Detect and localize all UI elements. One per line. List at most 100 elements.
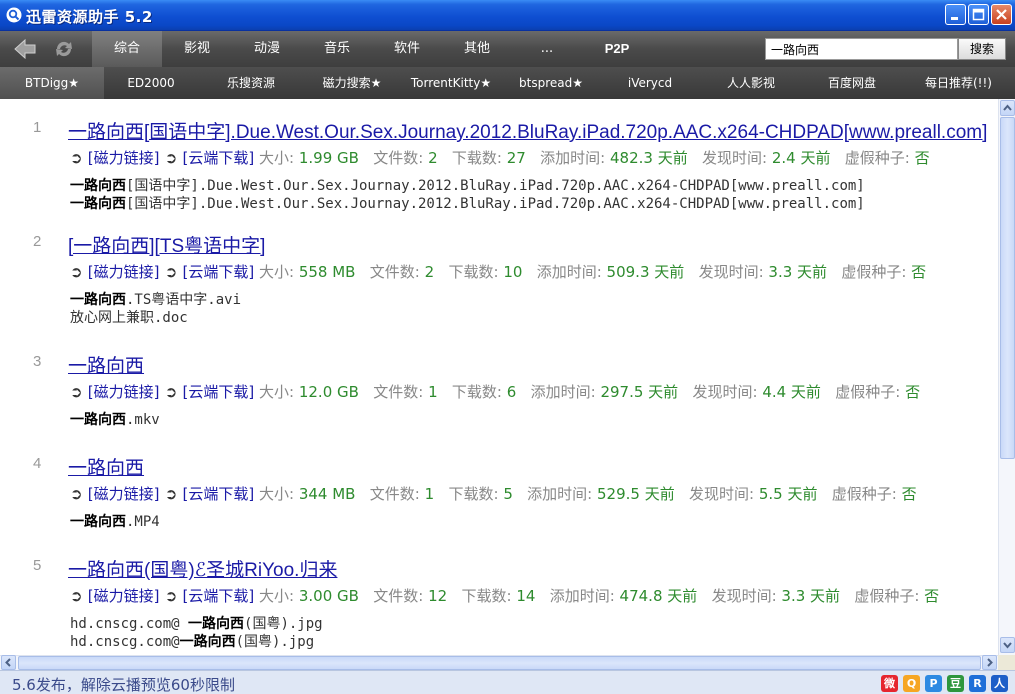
site-tab-lesou[interactable]: 乐搜资源: [198, 67, 304, 99]
arrow-icon: ➲: [70, 587, 88, 605]
minimize-button[interactable]: [945, 4, 966, 25]
fake-torrent-label: 虚假种子:: [840, 587, 925, 605]
file-line: 一路向西.TS粤语中字.avi: [70, 289, 241, 309]
result-number: 1: [33, 119, 42, 136]
arrow-icon: ➲: [159, 485, 183, 503]
scroll-right-button[interactable]: [982, 655, 997, 670]
category-tab-more[interactable]: ...: [512, 31, 582, 67]
site-tab-daily-picks[interactable]: 每日推荐(!!): [902, 67, 1015, 99]
douban-icon[interactable]: 豆: [947, 675, 964, 692]
magnet-link[interactable]: [磁力链接]: [88, 485, 160, 503]
size-value: 3.00 GB: [298, 587, 359, 605]
search-input[interactable]: 一路向西: [765, 38, 958, 60]
arrow-icon: ➲: [70, 263, 88, 281]
cloud-download-link[interactable]: [云端下载]: [183, 383, 255, 401]
result-title-link[interactable]: 一路向西: [68, 351, 144, 378]
download-count-label: 下载数:: [434, 263, 504, 281]
file-count-value: 1: [424, 485, 435, 503]
vertical-scrollbar[interactable]: [998, 99, 1015, 655]
result-title-link[interactable]: [一路向西][TS粤语中字]: [68, 231, 265, 258]
magnet-link[interactable]: [磁力链接]: [88, 383, 160, 401]
scroll-down-button[interactable]: [1000, 637, 1015, 653]
result-title-link[interactable]: 一路向西(国粤)ℰ圣城RiYoo.归来: [68, 555, 337, 582]
file-name-rest: (国粤).jpg: [235, 634, 315, 650]
category-tab-other[interactable]: 其他: [442, 31, 512, 67]
category-tab-movies[interactable]: 影视: [162, 31, 232, 67]
file-name-rest: .MP4: [126, 514, 160, 530]
vertical-scroll-thumb[interactable]: [1000, 117, 1015, 459]
size-value: 12.0 GB: [298, 383, 359, 401]
refresh-icon[interactable]: [51, 37, 77, 61]
download-count-value: 10: [503, 263, 523, 281]
horizontal-scroll-thumb[interactable]: [18, 656, 981, 670]
magnet-link[interactable]: [磁力链接]: [88, 587, 160, 605]
site-tab-renren[interactable]: 人人影视: [700, 67, 802, 99]
file-line: 一路向西.mkv: [70, 409, 160, 429]
added-time-value: 474.8 天前: [619, 587, 698, 605]
horizontal-scrollbar[interactable]: [0, 655, 998, 670]
weibo-icon[interactable]: 微: [881, 675, 898, 692]
site-tab-btspread[interactable]: btspread★: [502, 67, 600, 99]
arrow-icon: ➲: [159, 149, 183, 167]
cloud-download-link[interactable]: [云端下载]: [183, 485, 255, 503]
maximize-button[interactable]: [968, 4, 989, 25]
minimize-icon: [951, 17, 958, 20]
file-keyword: 一路向西: [70, 196, 126, 212]
category-tab-anime[interactable]: 动漫: [232, 31, 302, 67]
size-label: 大小:: [254, 383, 299, 401]
scroll-up-button[interactable]: [1000, 100, 1015, 116]
fake-torrent-label: 虚假种子:: [820, 383, 906, 401]
result-number: 2: [33, 233, 42, 250]
site-tab-baidu-pan[interactable]: 百度网盘: [802, 67, 902, 99]
added-time-value: 529.5 天前: [597, 485, 675, 503]
found-time-value: 4.4 天前: [762, 383, 821, 401]
site-tab-magnet-search[interactable]: 磁力搜索★: [304, 67, 400, 99]
file-count-value: 12: [428, 587, 448, 605]
found-time-label: 发现时间:: [684, 263, 769, 281]
scrollbar-corner: [998, 655, 1015, 670]
added-time-label: 添加时间:: [525, 149, 610, 167]
title-bar[interactable]: 迅雷资源助手 5.2: [0, 0, 1015, 31]
found-time-value: 3.3 天前: [781, 587, 841, 605]
file-count-label: 文件数:: [358, 149, 429, 167]
close-button[interactable]: [991, 4, 1012, 25]
pengyou-icon[interactable]: P: [925, 675, 942, 692]
scroll-left-button[interactable]: [1, 655, 16, 670]
site-tab-ed2000[interactable]: ED2000: [104, 67, 198, 99]
site-tab-iverycd[interactable]: iVerycd: [600, 67, 700, 99]
magnet-link[interactable]: [磁力链接]: [88, 263, 160, 281]
arrow-icon: ➲: [159, 383, 183, 401]
file-name-rest: [国语中字].Due.West.Our.Sex.Journay.2012.Blu…: [126, 178, 865, 194]
qzone-icon[interactable]: Q: [903, 675, 920, 692]
cloud-download-link[interactable]: [云端下载]: [183, 263, 255, 281]
found-time-value: 5.5 天前: [758, 485, 818, 503]
site-tab-torrentkitty[interactable]: TorrentKitty★: [400, 67, 502, 99]
window-title: 迅雷资源助手 5.2: [26, 8, 153, 26]
result-title-link[interactable]: 一路向西: [68, 453, 144, 480]
fake-torrent-label: 虚假种子:: [830, 149, 915, 167]
found-time-value: 3.3 天前: [768, 263, 828, 281]
cloud-download-link[interactable]: [云端下载]: [183, 587, 255, 605]
result-number: 3: [33, 353, 42, 370]
magnet-link[interactable]: [磁力链接]: [88, 149, 160, 167]
category-tab-music[interactable]: 音乐: [302, 31, 372, 67]
site-tab-btdigg[interactable]: BTDigg★: [0, 67, 104, 99]
file-line: hd.cnscg.com@ 一路向西(国粤).jpg: [70, 613, 323, 633]
added-time-label: 添加时间:: [512, 485, 597, 503]
size-value: 558 MB: [298, 263, 356, 281]
category-tab-p2p[interactable]: P2P: [582, 31, 652, 67]
file-line: 一路向西[国语中字].Due.West.Our.Sex.Journay.2012…: [70, 175, 865, 195]
file-line: 一路向西[国语中字].Due.West.Our.Sex.Journay.2012…: [70, 193, 865, 213]
site-tab-bar: BTDigg★ ED2000 乐搜资源 磁力搜索★ TorrentKitty★ …: [0, 67, 1015, 99]
category-tab-software[interactable]: 软件: [372, 31, 442, 67]
renren-share-icon[interactable]: R: [969, 675, 986, 692]
renren-icon[interactable]: 人: [991, 675, 1008, 692]
back-arrow-icon[interactable]: [12, 37, 38, 61]
results-list: 1 一路向西[国语中字].Due.West.Our.Sex.Journay.201…: [0, 99, 998, 655]
search-button[interactable]: 搜索: [958, 38, 1006, 60]
status-message[interactable]: 5.6发布，解除云播预览60秒限制: [12, 674, 235, 694]
result-title-link[interactable]: 一路向西[国语中字].Due.West.Our.Sex.Journay.2012…: [68, 117, 987, 144]
category-tab-all[interactable]: 综合: [92, 31, 162, 67]
cloud-download-link[interactable]: [云端下载]: [183, 149, 255, 167]
size-label: 大小:: [254, 263, 299, 281]
